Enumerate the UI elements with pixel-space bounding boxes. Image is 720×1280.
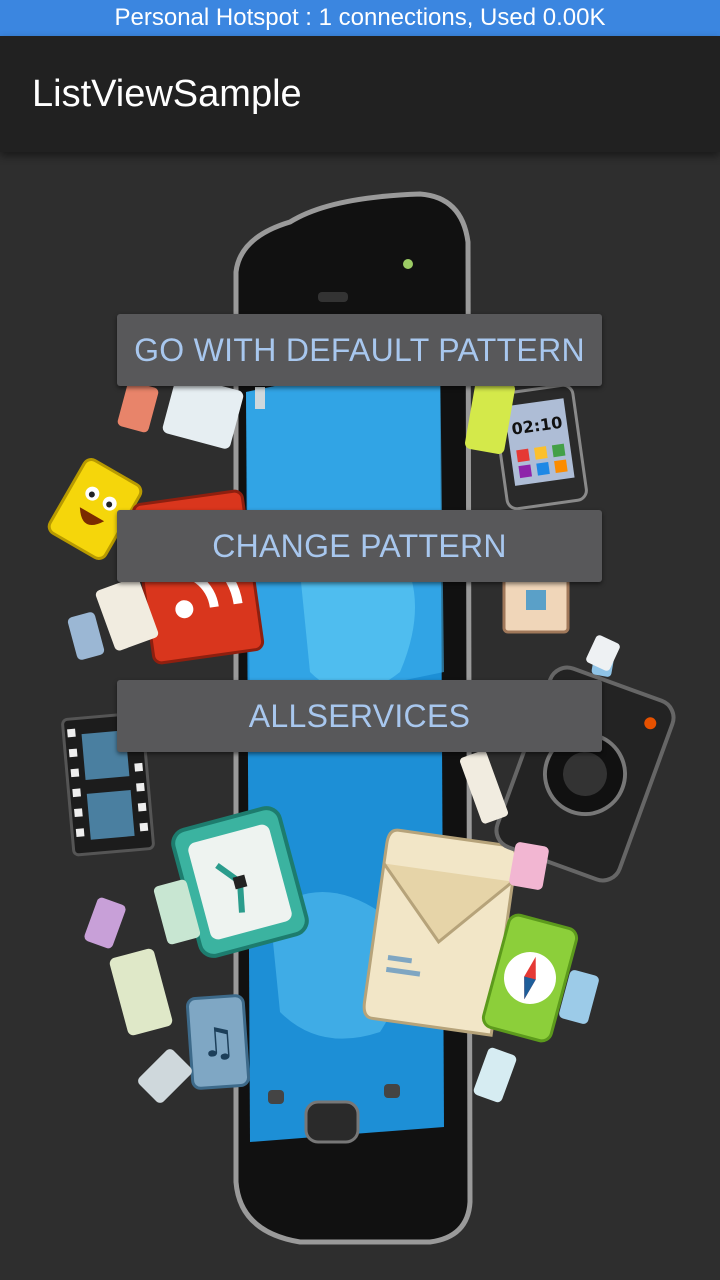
allservices-label: ALLSERVICES xyxy=(248,697,471,734)
lock-tile-icon xyxy=(67,612,105,660)
main-content: ♫ 02:10 GO WITH DEFAULT PATTERN CHANGE P… xyxy=(0,152,720,1280)
change-pattern-button[interactable]: CHANGE PATTERN xyxy=(117,510,602,582)
cart-tile-icon xyxy=(84,897,126,949)
globe-tile-icon xyxy=(138,1049,192,1103)
person-tile-icon xyxy=(117,381,159,433)
allservices-button[interactable]: ALLSERVICES xyxy=(117,680,602,752)
chat-tile-icon xyxy=(473,1047,517,1103)
go-with-default-pattern-button[interactable]: GO WITH DEFAULT PATTERN xyxy=(117,314,602,386)
music-icon: ♫ xyxy=(185,994,251,1090)
status-bar: Personal Hotspot : 1 connections, Used 0… xyxy=(0,0,720,36)
app-title: ListViewSample xyxy=(32,72,302,115)
change-pattern-label: CHANGE PATTERN xyxy=(212,527,507,564)
app-bar: ListViewSample xyxy=(0,36,720,152)
status-bar-text: Personal Hotspot : 1 connections, Used 0… xyxy=(114,4,606,31)
svg-text:♫: ♫ xyxy=(199,1019,238,1067)
go-with-default-pattern-label: GO WITH DEFAULT PATTERN xyxy=(134,331,585,368)
note-tile-icon xyxy=(109,948,173,1036)
